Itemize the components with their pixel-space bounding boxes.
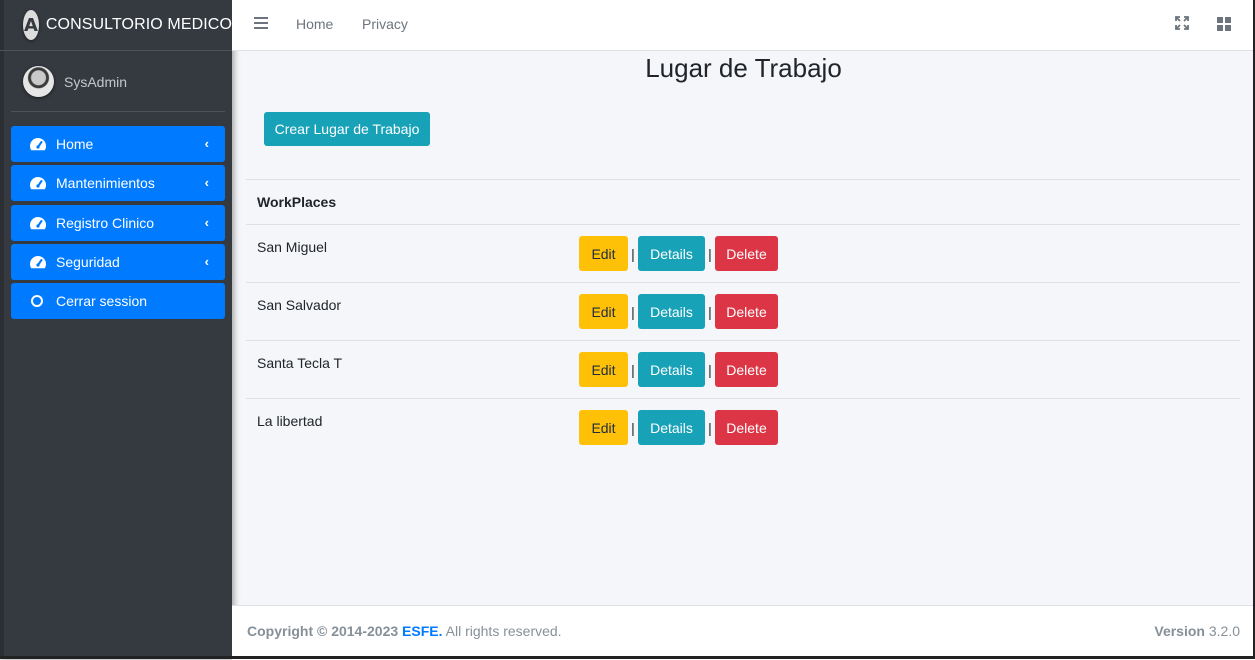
menu-icon[interactable]: [254, 17, 268, 32]
row-actions: Edit | Details | Delete: [579, 352, 778, 387]
chevron-left-icon: ‹: [204, 214, 209, 230]
circle-icon: [29, 295, 47, 308]
brand-logo-letter: A: [23, 14, 38, 36]
separator: |: [708, 303, 712, 320]
delete-button[interactable]: Delete: [715, 236, 778, 271]
details-button[interactable]: Details: [638, 236, 705, 271]
brand-logo-icon: A: [23, 10, 39, 40]
avatar: [23, 66, 54, 97]
table-row: Santa Tecla T Edit | Details | Delete: [246, 340, 1240, 398]
edit-button[interactable]: Edit: [579, 294, 628, 329]
separator: |: [631, 245, 635, 262]
workplace-name: San Salvador: [257, 297, 342, 313]
details-button[interactable]: Details: [638, 294, 705, 329]
tachometer-icon: [29, 255, 47, 269]
details-button[interactable]: Details: [638, 352, 705, 387]
table-row: San Miguel Edit | Details | Delete: [246, 224, 1240, 282]
delete-button[interactable]: Delete: [715, 410, 778, 445]
delete-button[interactable]: Delete: [715, 352, 778, 387]
user-panel[interactable]: SysAdmin: [11, 52, 225, 112]
sidebar: A CONSULTORIO MEDICO SysAdmin Home ‹ Man…: [0, 0, 232, 659]
sidebar-item-label: Registro Clinico: [56, 214, 155, 231]
nav-link-privacy[interactable]: Privacy: [362, 16, 408, 32]
workplace-name: La libertad: [257, 413, 323, 429]
row-actions: Edit | Details | Delete: [579, 236, 778, 271]
separator: |: [708, 419, 712, 436]
separator: |: [631, 361, 635, 378]
copyright-prefix: Copyright © 2014-2023: [247, 623, 399, 639]
separator: |: [631, 419, 635, 436]
copyright-suffix: All rights reserved.: [445, 623, 562, 639]
sidebar-item-home[interactable]: Home ‹: [11, 126, 225, 162]
tachometer-icon: [29, 176, 47, 190]
fullscreen-icon[interactable]: [1175, 16, 1189, 30]
sidebar-item-label: Mantenimientos: [56, 175, 155, 192]
brand-text: CONSULTORIO MEDICO: [45, 16, 232, 33]
chevron-left-icon: ‹: [204, 253, 209, 269]
sidebar-item-registro-clinico[interactable]: Registro Clinico ‹: [11, 204, 225, 241]
edit-button[interactable]: Edit: [579, 236, 628, 271]
table-row: San Salvador Edit | Details | Delete: [246, 282, 1240, 340]
sidebar-item-label: Cerrar session: [56, 293, 148, 310]
create-workplace-button[interactable]: Crear Lugar de Trabajo: [264, 112, 430, 146]
delete-button[interactable]: Delete: [715, 294, 778, 329]
separator: |: [631, 303, 635, 320]
chevron-left-icon: ‹: [204, 175, 209, 191]
column-header-workplaces: WorkPlaces: [257, 194, 337, 210]
sidebar-item-seguridad[interactable]: Seguridad ‹: [11, 243, 225, 280]
edit-button[interactable]: Edit: [579, 352, 628, 387]
chevron-left-icon: ‹: [204, 136, 209, 151]
separator: |: [708, 245, 712, 262]
sidebar-item-cerrar-session[interactable]: Cerrar session: [11, 283, 225, 320]
separator: |: [708, 361, 712, 378]
grid-icon[interactable]: [1217, 17, 1231, 31]
table-header: WorkPlaces: [246, 179, 1240, 224]
tachometer-icon: [29, 137, 47, 151]
nav-link-home[interactable]: Home: [296, 16, 333, 32]
row-actions: Edit | Details | Delete: [579, 294, 778, 329]
tachometer-icon: [29, 216, 47, 230]
sidebar-edge: [0, 0, 4, 659]
page-title: Lugar de Trabajo: [645, 53, 842, 83]
workplace-name: San Miguel: [257, 239, 328, 255]
row-actions: Edit | Details | Delete: [579, 410, 778, 445]
workplaces-table: WorkPlaces San Miguel Edit | Details | D…: [246, 179, 1240, 456]
footer: Copyright © 2014-2023 ESFE. All rights r…: [232, 605, 1255, 660]
table-row: La libertad Edit | Details | Delete: [246, 398, 1240, 456]
version-label: Version: [1154, 623, 1205, 639]
brand-link[interactable]: A CONSULTORIO MEDICO: [0, 0, 232, 51]
edit-button[interactable]: Edit: [579, 410, 628, 445]
sidebar-nav: Home ‹ Mantenimientos ‹ Registro Clinico…: [11, 126, 225, 322]
footer-brand-link[interactable]: ESFE.: [402, 623, 442, 639]
version-number: 3.2.0: [1208, 623, 1240, 639]
top-navbar: Home Privacy: [232, 0, 1255, 51]
user-name: SysAdmin: [64, 73, 128, 90]
copyright-text: Copyright © 2014-2023 ESFE. All rights r…: [247, 623, 562, 639]
sidebar-item-label: Home: [56, 136, 94, 152]
version-info: Version 3.2.0: [1154, 623, 1240, 639]
sidebar-item-mantenimientos[interactable]: Mantenimientos ‹: [11, 165, 225, 202]
details-button[interactable]: Details: [638, 410, 705, 445]
workplace-name: Santa Tecla T: [257, 355, 343, 371]
sidebar-item-label: Seguridad: [56, 253, 120, 270]
